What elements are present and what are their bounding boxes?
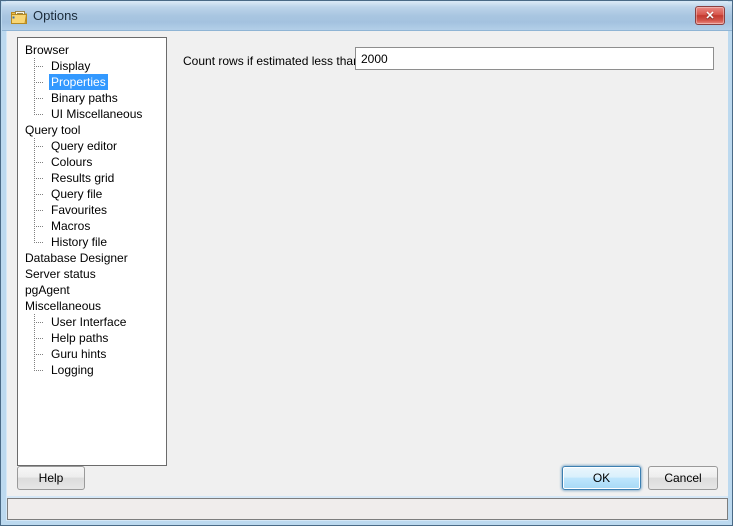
cancel-button-label: Cancel <box>664 471 702 485</box>
tree-connector-icon <box>34 90 48 106</box>
tree-item-results-grid[interactable]: Results grid <box>18 170 166 186</box>
tree-item-label: Macros <box>51 219 91 233</box>
tree-item-label: Query editor <box>51 139 118 153</box>
tree-item-label: Query file <box>51 187 103 201</box>
tree-item-macros[interactable]: Macros <box>18 218 166 234</box>
tree-connector-icon <box>34 346 48 362</box>
tree-item-label: Miscellaneous <box>25 299 102 313</box>
tree-connector-icon <box>34 186 48 202</box>
options-dialog-window: Options ✕ Browser Display Properties Binary… <box>0 0 733 526</box>
tree-item-history-file[interactable]: History file <box>18 234 166 250</box>
tree-item-label: Browser <box>25 43 70 57</box>
tree-item-label: Display <box>51 59 91 73</box>
tree-connector-icon <box>34 170 48 186</box>
tree-connector-icon <box>34 330 48 346</box>
tree-connector-icon <box>34 106 48 122</box>
tree-connector-icon <box>34 234 48 250</box>
tree-item-label: Database Designer <box>25 251 128 265</box>
ok-button[interactable]: OK <box>562 466 641 490</box>
tree-item-database-designer[interactable]: Database Designer <box>18 250 166 266</box>
tree-item-server-status[interactable]: Server status <box>18 266 166 282</box>
tree-item-label: Results grid <box>51 171 115 185</box>
tree-item-favourites[interactable]: Favourites <box>18 202 166 218</box>
tree-connector-icon <box>34 58 48 74</box>
tree-connector-icon <box>34 138 48 154</box>
tree-item-label: UI Miscellaneous <box>51 107 143 121</box>
options-category-tree[interactable]: Browser Display Properties Binary paths UI M… <box>17 37 167 466</box>
tree-item-label: Server status <box>25 267 96 281</box>
tree-item-query-tool[interactable]: Query tool <box>18 122 166 138</box>
tree-item-label: Favourites <box>51 203 108 217</box>
dialog-client-area: Browser Display Properties Binary paths UI M… <box>7 31 728 496</box>
tree-item-query-file[interactable]: Query file <box>18 186 166 202</box>
tree-connector-icon <box>34 362 48 378</box>
title-bar[interactable]: Options ✕ <box>2 2 732 31</box>
tree-item-query-editor[interactable]: Query editor <box>18 138 166 154</box>
tree-item-pgagent[interactable]: pgAgent <box>18 282 166 298</box>
window-title: Options <box>33 8 78 23</box>
tree-item-label: User Interface <box>51 315 127 329</box>
tree-item-label: History file <box>51 235 108 249</box>
count-rows-label: Count rows if estimated less than <box>183 54 360 68</box>
tree-item-label: Help paths <box>51 331 109 345</box>
tree-item-label: Guru hints <box>51 347 107 361</box>
count-rows-input[interactable] <box>355 47 714 70</box>
tree-item-miscellaneous[interactable]: Miscellaneous <box>18 298 166 314</box>
options-properties-icon <box>11 9 28 25</box>
tree-connector-icon <box>34 218 48 234</box>
tree-item-help-paths[interactable]: Help paths <box>18 330 166 346</box>
ok-button-label: OK <box>592 471 611 485</box>
tree-item-user-interface[interactable]: User Interface <box>18 314 166 330</box>
tree-item-ui-miscellaneous[interactable]: UI Miscellaneous <box>18 106 166 122</box>
tree-item-label: Properties <box>49 74 108 90</box>
tree-connector-icon <box>34 314 48 330</box>
tree-list: Browser Display Properties Binary paths UI M… <box>18 42 166 378</box>
tree-item-display[interactable]: Display <box>18 58 166 74</box>
tree-item-label: Logging <box>51 363 94 377</box>
tree-item-label: Colours <box>51 155 93 169</box>
close-icon: ✕ <box>705 10 715 22</box>
tree-connector-icon <box>34 154 48 170</box>
tree-item-colours[interactable]: Colours <box>18 154 166 170</box>
close-button[interactable]: ✕ <box>695 6 725 25</box>
tree-item-guru-hints[interactable]: Guru hints <box>18 346 166 362</box>
tree-item-browser[interactable]: Browser <box>18 42 166 58</box>
tree-item-logging[interactable]: Logging <box>18 362 166 378</box>
tree-item-label: pgAgent <box>25 283 70 297</box>
cancel-button[interactable]: Cancel <box>648 466 718 490</box>
tree-item-binary-paths[interactable]: Binary paths <box>18 90 166 106</box>
settings-pane: Count rows if estimated less than <box>175 37 722 466</box>
help-button-label: Help <box>38 471 64 485</box>
help-button[interactable]: Help <box>17 466 85 490</box>
tree-item-label: Query tool <box>25 123 81 137</box>
tree-connector-icon <box>34 202 48 218</box>
tree-item-label: Binary paths <box>51 91 118 105</box>
tree-connector-icon <box>34 74 48 90</box>
tree-item-properties[interactable]: Properties <box>18 74 166 90</box>
status-bar <box>7 498 728 520</box>
